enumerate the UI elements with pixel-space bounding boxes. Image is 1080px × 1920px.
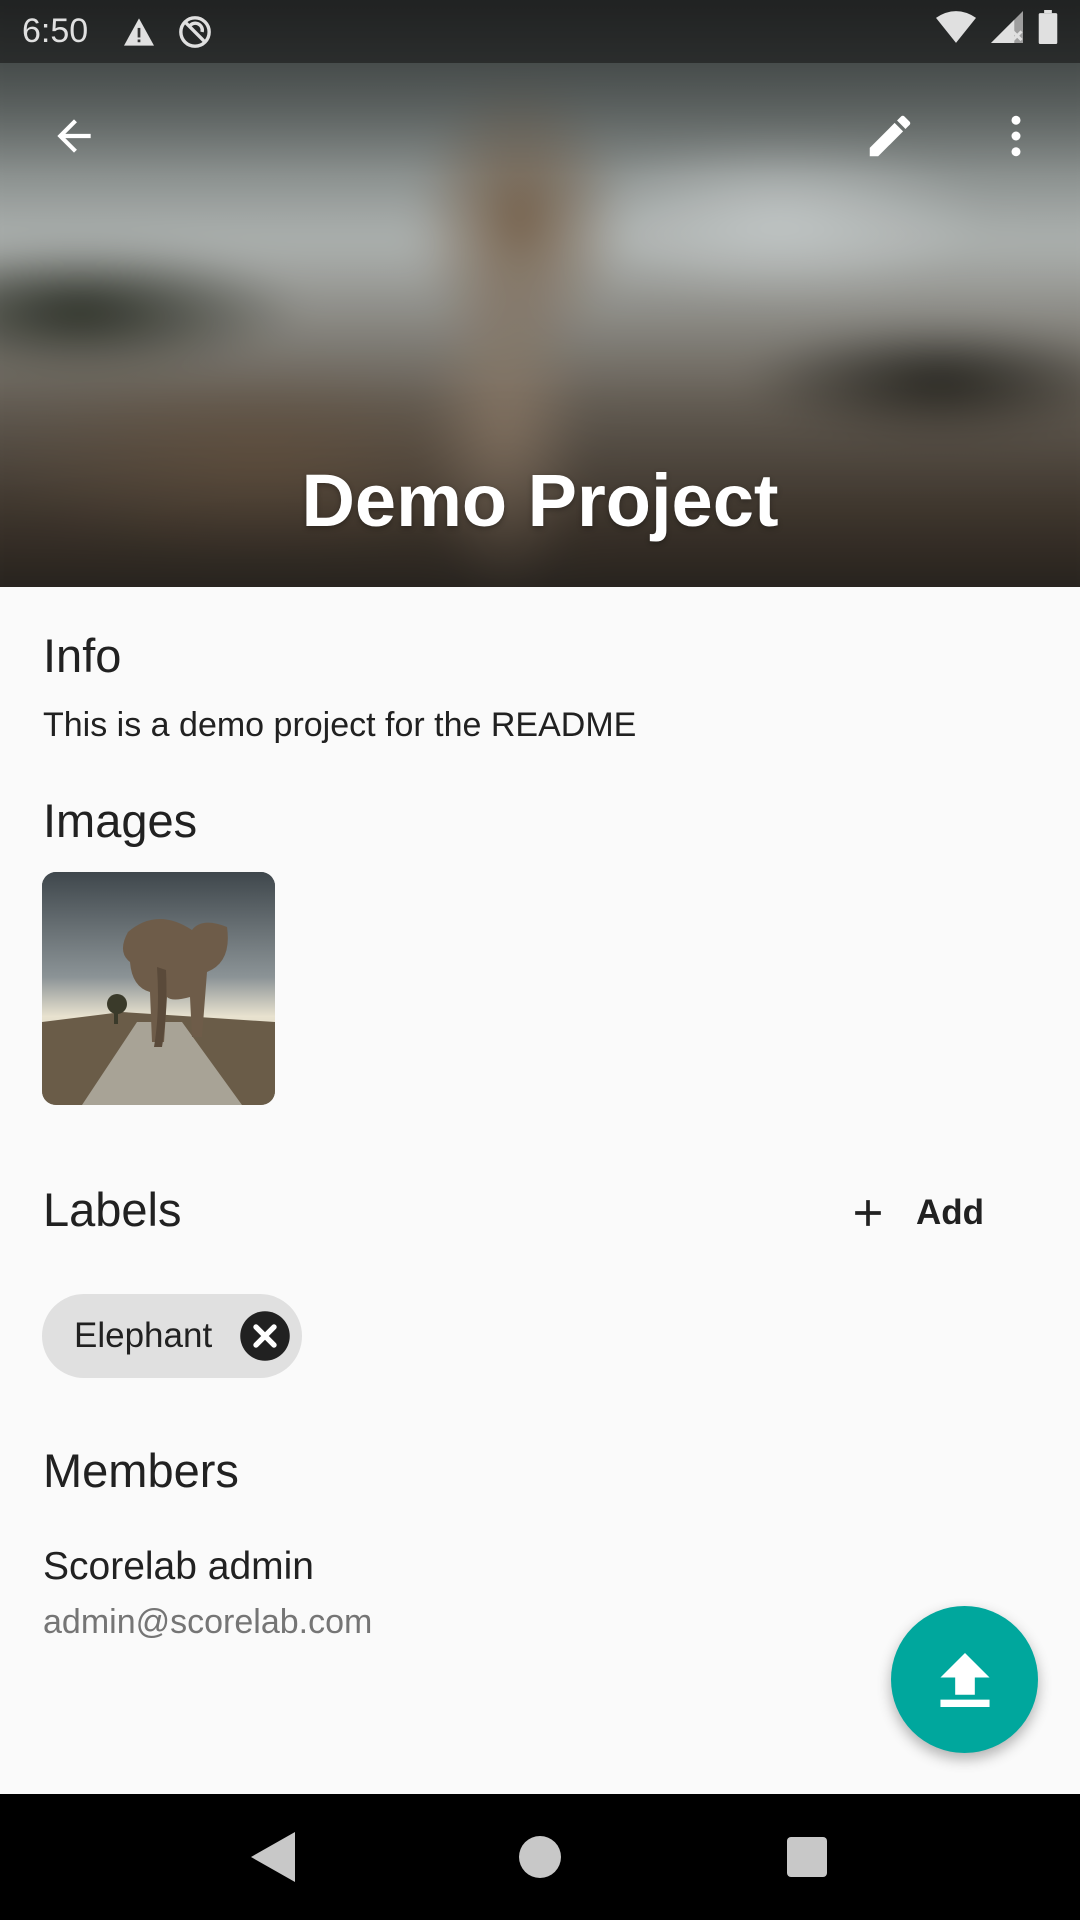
member-name: Scorelab admin xyxy=(43,1545,314,1588)
nav-recents-icon xyxy=(786,1837,827,1877)
arrow-back-icon xyxy=(57,119,91,153)
nav-back-icon xyxy=(251,1832,296,1882)
status-bar: 6:50 xyxy=(0,0,1080,63)
edit-button[interactable] xyxy=(854,100,926,172)
cancel-icon xyxy=(240,1311,290,1361)
info-heading: Info xyxy=(43,629,122,682)
wifi-icon xyxy=(936,11,976,52)
upload-icon xyxy=(939,1652,990,1707)
back-button[interactable] xyxy=(38,100,110,172)
pencil-icon xyxy=(869,115,911,157)
label-chip[interactable]: Elephant xyxy=(42,1294,303,1378)
plus-icon xyxy=(855,1200,881,1226)
more-vert-icon xyxy=(1011,115,1021,157)
status-time: 6:50 xyxy=(22,12,89,50)
page-title: Demo Project xyxy=(301,459,779,542)
elephant-image xyxy=(42,872,275,1105)
project-description: This is a demo project for the README xyxy=(43,706,637,744)
remove-label-button[interactable] xyxy=(238,1309,292,1363)
nav-home-icon xyxy=(518,1836,561,1878)
images-heading: Images xyxy=(43,794,198,847)
project-header: Demo Project xyxy=(0,0,1080,587)
sync-disabled-icon xyxy=(178,15,212,49)
nav-back-button[interactable] xyxy=(233,1817,313,1897)
cell-signal-icon xyxy=(990,11,1024,52)
members-heading: Members xyxy=(43,1444,239,1497)
project-image-thumbnail[interactable] xyxy=(42,872,275,1105)
label-chip-text: Elephant xyxy=(74,1316,213,1355)
nav-home-button[interactable] xyxy=(500,1817,580,1897)
add-label-text: Add xyxy=(916,1193,985,1232)
upload-fab-button[interactable] xyxy=(891,1606,1038,1753)
warning-icon xyxy=(122,17,156,47)
more-options-button[interactable] xyxy=(980,100,1052,172)
system-navigation-bar xyxy=(0,1794,1080,1920)
labels-heading: Labels xyxy=(43,1183,182,1236)
nav-recents-button[interactable] xyxy=(767,1817,847,1897)
member-email: admin@scorelab.com xyxy=(43,1603,373,1641)
battery-icon xyxy=(1038,10,1058,53)
add-label-button[interactable]: Add xyxy=(846,1182,984,1244)
